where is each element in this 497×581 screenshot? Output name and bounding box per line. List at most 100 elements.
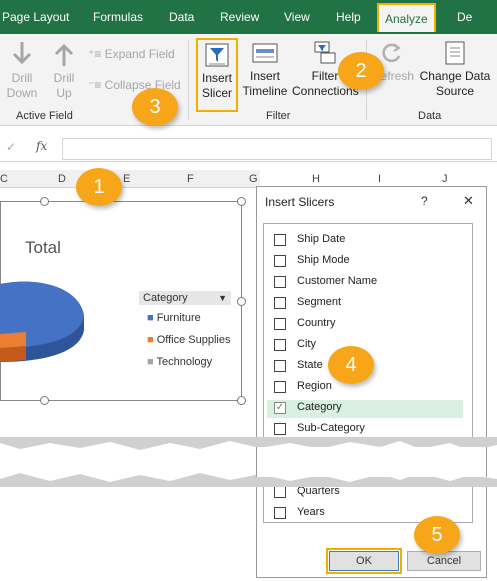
checkbox[interactable]: [274, 276, 286, 288]
field-label: Segment: [297, 296, 342, 308]
insert-slicer-label: Insert Slicer: [201, 71, 232, 100]
tab-design[interactable]: De: [457, 10, 472, 24]
expand-icon: ⁺≡: [88, 47, 105, 61]
resize-handle[interactable]: [237, 297, 246, 306]
checkbox[interactable]: [274, 297, 286, 309]
checkbox[interactable]: [274, 423, 286, 435]
filter-connections-icon: [314, 41, 336, 64]
column-header[interactable]: D: [58, 173, 66, 185]
enter-check-icon[interactable]: ✓: [6, 140, 16, 154]
checkbox[interactable]: [274, 360, 286, 372]
legend-label: Furniture: [156, 312, 201, 324]
resize-handle[interactable]: [40, 396, 49, 405]
field-label: Ship Mode: [297, 254, 350, 266]
insert-timeline-button[interactable]: Insert Timeline: [242, 40, 288, 99]
field-label: Customer Name: [297, 275, 378, 287]
checkbox[interactable]: [274, 507, 286, 519]
field-label: Sub-Category: [297, 422, 365, 434]
resize-handle[interactable]: [40, 197, 49, 206]
resize-handle[interactable]: [237, 396, 246, 405]
resize-handle[interactable]: [237, 197, 246, 206]
dialog-title: Insert Slicers: [265, 195, 335, 209]
field-label: Ship Date: [297, 233, 346, 245]
ribbon-separator: [188, 40, 189, 120]
list-item-selected[interactable]: ✓ Category: [267, 400, 463, 418]
legend-swatch-icon: ■: [147, 356, 157, 368]
field-label: Category: [297, 401, 342, 413]
column-header[interactable]: G: [249, 173, 258, 185]
drill-down-label: Drill Down: [6, 71, 38, 100]
legend-label: Office Supplies: [156, 334, 231, 346]
legend-swatch-icon: ■: [147, 334, 157, 346]
column-header[interactable]: I: [378, 173, 381, 185]
arrow-up-icon: [54, 43, 74, 66]
change-data-source-button[interactable]: Change Data Source: [414, 40, 496, 99]
column-header[interactable]: E: [123, 173, 130, 185]
legend-label: Technology: [156, 356, 213, 368]
tab-review[interactable]: Review: [220, 10, 259, 24]
close-icon[interactable]: ✕: [463, 193, 474, 209]
field-label: State: [297, 359, 323, 371]
formula-input[interactable]: [62, 138, 492, 160]
slicer-icon: [205, 43, 229, 67]
insert-timeline-label: Insert Timeline: [242, 69, 288, 98]
drill-down-button[interactable]: Drill Down: [4, 40, 40, 101]
pie-chart-icon: [0, 281, 84, 362]
checkbox-checked[interactable]: ✓: [274, 402, 286, 414]
ok-button[interactable]: OK: [326, 548, 402, 574]
tab-analyze[interactable]: Analyze: [377, 3, 436, 32]
checkbox[interactable]: [274, 318, 286, 330]
legend-header: Category: [143, 292, 188, 304]
column-header[interactable]: C: [0, 173, 8, 185]
expand-field-label: Expand Field: [104, 47, 175, 61]
drill-up-button[interactable]: Drill Up: [48, 40, 80, 101]
refresh-icon: [382, 43, 401, 63]
legend-item: ■ Furniture: [147, 312, 201, 324]
field-label: Region: [297, 380, 332, 392]
tab-help[interactable]: Help: [336, 10, 361, 24]
column-headers: C D E F G: [0, 170, 260, 188]
tab-data[interactable]: Data: [169, 10, 194, 24]
callout-marker: 3: [132, 88, 178, 126]
insert-slicers-dialog: Insert Slicers ? ✕ Ship Date Ship Mode C…: [256, 186, 487, 578]
callout-marker: 1: [76, 168, 122, 206]
fx-icon[interactable]: fx: [36, 139, 47, 153]
field-label: City: [297, 338, 316, 350]
legend-item: ■ Office Supplies: [147, 334, 231, 346]
tab-view[interactable]: View: [284, 10, 310, 24]
checkbox[interactable]: [274, 234, 286, 246]
collapse-icon: ⁻≡: [88, 78, 105, 92]
checkbox[interactable]: [274, 255, 286, 267]
pivot-chart[interactable]: Total Category ▼ ■ Furniture ■ Office Su…: [0, 201, 242, 401]
callout-marker: 5: [414, 516, 460, 554]
column-header[interactable]: J: [442, 173, 448, 185]
tab-formulas[interactable]: Formulas: [93, 10, 143, 24]
filter-group-label: Filter: [266, 110, 291, 122]
data-group-label: Data: [418, 110, 442, 122]
help-button[interactable]: ?: [421, 194, 428, 208]
field-label: Years: [297, 506, 325, 518]
legend-item: ■ Technology: [147, 356, 212, 368]
column-header[interactable]: H: [312, 173, 320, 185]
data-source-icon: [445, 41, 465, 65]
checkbox[interactable]: [274, 339, 286, 351]
ribbon-tab-bar: Page Layout Formulas Data Review View He…: [0, 0, 497, 34]
timeline-icon: [252, 43, 278, 63]
callout-marker: 2: [338, 52, 384, 90]
legend-filter-dropdown[interactable]: Category ▼: [139, 291, 231, 305]
checkbox[interactable]: [274, 381, 286, 393]
column-header[interactable]: F: [187, 173, 194, 185]
dropdown-arrow-icon: ▼: [218, 293, 227, 303]
change-data-source-label: Change Data Source: [419, 69, 491, 98]
cancel-button[interactable]: Cancel: [407, 551, 481, 571]
checkbox[interactable]: [274, 486, 286, 498]
drill-up-label: Drill Up: [53, 71, 75, 100]
legend-swatch-icon: ■: [147, 312, 157, 324]
field-label: Country: [297, 317, 336, 329]
expand-field-button[interactable]: ⁺≡ Expand Field: [88, 47, 175, 61]
insert-slicer-button[interactable]: Insert Slicer: [196, 38, 238, 112]
active-field-group-label: Active Field: [16, 110, 73, 122]
tab-page-layout[interactable]: Page Layout: [2, 10, 69, 24]
chart-title: Total: [25, 238, 61, 257]
arrow-down-icon: [12, 42, 32, 65]
